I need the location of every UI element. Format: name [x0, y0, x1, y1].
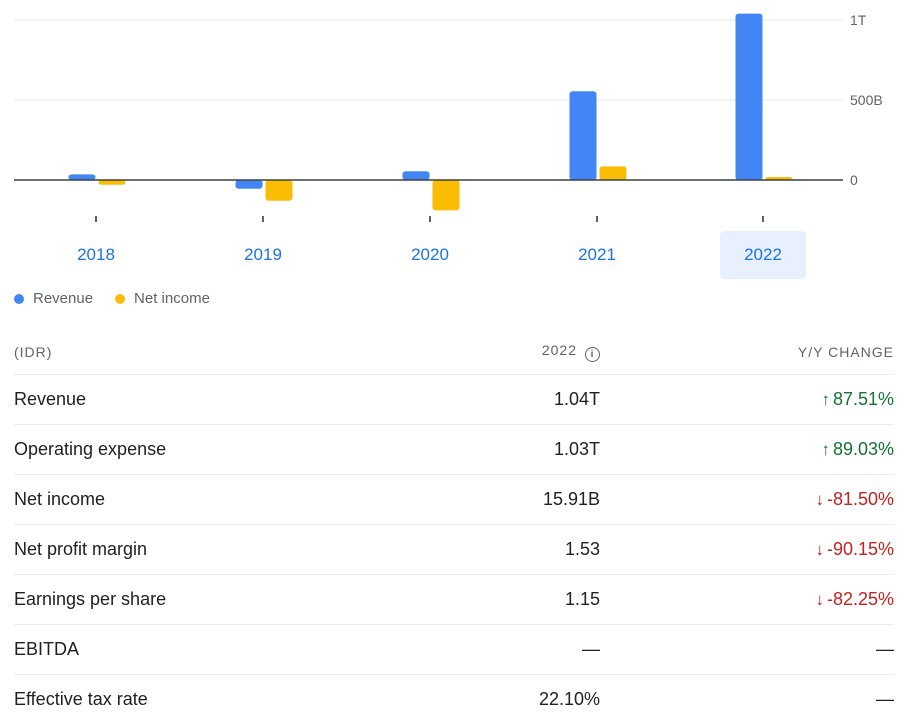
row-change: —: [600, 675, 894, 724]
bar-revenue-2019: [236, 180, 263, 189]
year-tab-2020[interactable]: 2020: [387, 231, 473, 279]
year-header: 2022 i: [340, 330, 600, 375]
arrow-up-icon: ↑: [821, 440, 830, 460]
legend-label-net-income: Net income: [134, 290, 210, 307]
row-change-value: —: [876, 689, 894, 709]
year-tab-2021[interactable]: 2021: [554, 231, 640, 279]
row-change: ↑87.51%: [600, 375, 894, 425]
bar-revenue-2018: [69, 174, 96, 180]
row-value: 1.04T: [340, 375, 600, 425]
row-change-value: -82.25%: [827, 589, 894, 609]
row-change: ↓-81.50%: [600, 475, 894, 525]
table-row: EBITDA——: [14, 625, 894, 675]
revenue-netincome-chart: 0 500B 1T: [0, 0, 909, 230]
row-label: Revenue: [14, 375, 340, 425]
legend-label-revenue: Revenue: [33, 290, 93, 307]
bar-revenue-2021: [570, 91, 597, 180]
row-value: 1.15: [340, 575, 600, 625]
table-header-row: (IDR) 2022 i Y/Y CHANGE: [14, 330, 894, 375]
legend-item-revenue: Revenue: [14, 290, 93, 307]
y-tick-label: 0: [850, 172, 858, 188]
row-label: Earnings per share: [14, 575, 340, 625]
row-value: 1.03T: [340, 425, 600, 475]
row-value: 15.91B: [340, 475, 600, 525]
year-header-label: 2022: [542, 342, 577, 358]
table-row: Effective tax rate22.10% —: [14, 675, 894, 724]
year-tab-2022[interactable]: 2022: [720, 231, 806, 279]
table-row: Earnings per share1.15↓-82.25%: [14, 575, 894, 625]
bar-net-income-2019: [266, 180, 293, 201]
row-label: Net profit margin: [14, 525, 340, 575]
row-label: Operating expense: [14, 425, 340, 475]
y-tick-label: 500B: [850, 92, 883, 108]
row-change-value: 87.51%: [833, 389, 894, 409]
bar-revenue-2020: [403, 171, 430, 180]
row-change-value: -81.50%: [827, 489, 894, 509]
row-value: 1.53: [340, 525, 600, 575]
legend-dot-revenue: [14, 294, 24, 304]
row-label: Effective tax rate: [14, 675, 340, 724]
legend-item-net-income: Net income: [115, 290, 210, 307]
row-change-value: -90.15%: [827, 539, 894, 559]
table-row: Revenue1.04T↑87.51%: [14, 375, 894, 425]
y-tick-label: 1T: [850, 12, 867, 28]
row-value: —: [340, 625, 600, 675]
row-label: Net income: [14, 475, 340, 525]
arrow-down-icon: ↓: [815, 490, 824, 510]
financials-table: (IDR) 2022i Y/Y CHANGE Revenue1.04T↑87.5…: [14, 330, 894, 724]
currency-header: (IDR): [14, 330, 340, 375]
table-body: Revenue1.04T↑87.51%Operating expense1.03…: [14, 375, 894, 724]
info-icon[interactable]: i: [585, 347, 600, 362]
row-value: 22.10%: [340, 675, 600, 724]
bar-net-income-2021: [600, 166, 627, 180]
row-change-value: 89.03%: [833, 439, 894, 459]
bar-revenue-2022: [736, 14, 763, 180]
row-change: ↓-82.25%: [600, 575, 894, 625]
table-row: Net income15.91B↓-81.50%: [14, 475, 894, 525]
change-header: Y/Y CHANGE: [600, 330, 894, 375]
year-tab-2019[interactable]: 2019: [220, 231, 306, 279]
legend-dot-net-income: [115, 294, 125, 304]
row-change: ↓-90.15%: [600, 525, 894, 575]
row-label: EBITDA: [14, 625, 340, 675]
row-change: —: [600, 625, 894, 675]
arrow-down-icon: ↓: [815, 590, 824, 610]
table-row: Operating expense1.03T↑89.03%: [14, 425, 894, 475]
table-row: Net profit margin1.53↓-90.15%: [14, 525, 894, 575]
row-change: ↑89.03%: [600, 425, 894, 475]
arrow-down-icon: ↓: [815, 540, 824, 560]
row-change-value: —: [876, 639, 894, 659]
arrow-up-icon: ↑: [821, 390, 830, 410]
chart-legend: Revenue Net income: [14, 290, 210, 307]
bar-net-income-2020: [433, 180, 460, 210]
year-tab-2018[interactable]: 2018: [53, 231, 139, 279]
